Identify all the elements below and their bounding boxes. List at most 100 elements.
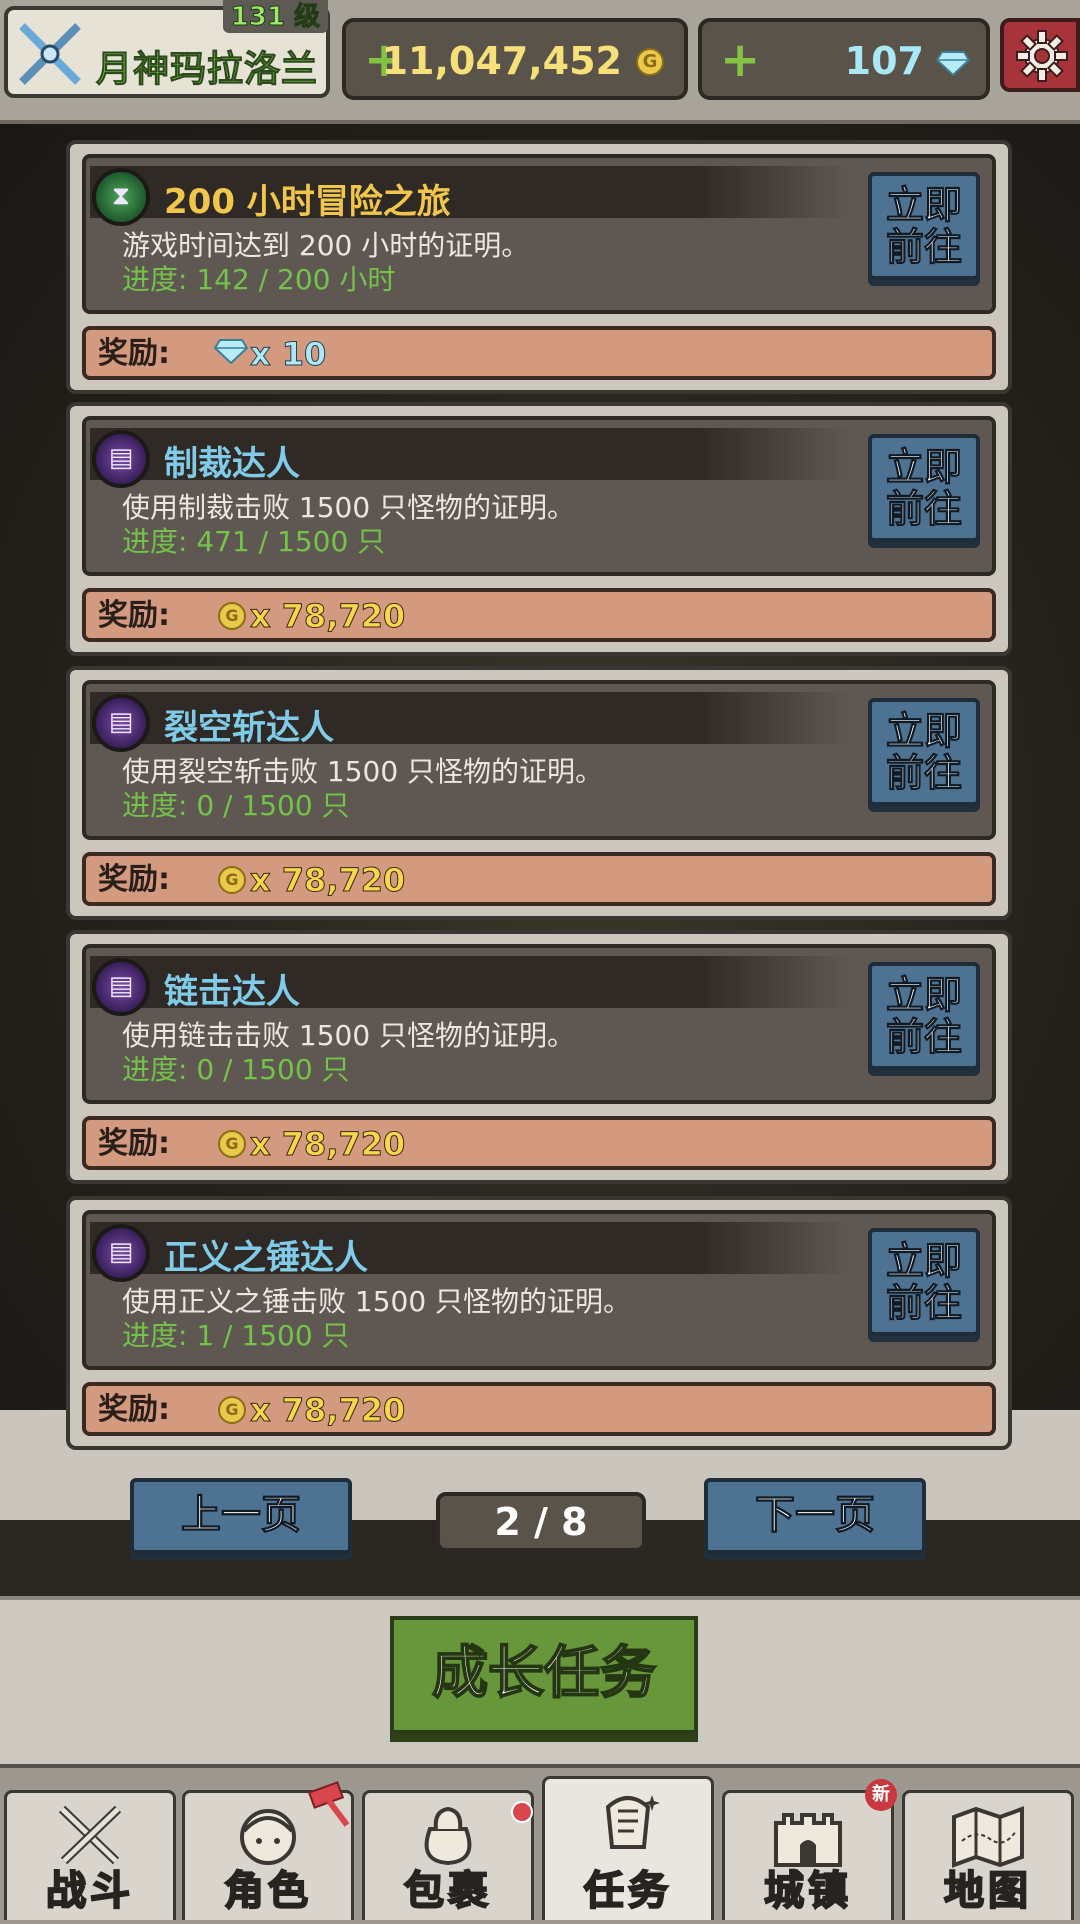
quest-reward: 奖励: G x 78,720 (82, 852, 996, 906)
go-now-label-line1: 立即 (885, 973, 962, 1017)
gold-amount: 11,047,452 (381, 39, 622, 83)
go-now-button[interactable]: 立即 前往 (868, 434, 980, 542)
reward-label: 奖励: (98, 1126, 170, 1161)
hammer-notice-icon (307, 1781, 350, 1827)
player-name: 月神玛拉洛兰 (95, 49, 319, 91)
quest-card: ▤ 链击达人 使用链击击败 1500 只怪物的证明。 进度: 0 / 1500 … (66, 930, 1012, 1184)
quest-card: ▤ 裂空斩达人 使用裂空斩击败 1500 只怪物的证明。 进度: 0 / 150… (66, 666, 1012, 920)
top-status-bar: 月神玛拉洛兰 131 级 + 11,047,452 G + 107 (0, 0, 1080, 124)
reward-amount: x 10 (249, 335, 327, 374)
quest-description: 游戏时间达到 200 小时的证明。 (122, 229, 530, 262)
go-now-label-line2: 前往 (885, 751, 962, 795)
quest-title-bar: ▤ 制裁达人 (90, 428, 850, 488)
quest-progress: 进度: 142 / 200 小时 (122, 263, 396, 296)
reward-label: 奖励: (98, 1392, 170, 1427)
quest-title-bar: ⧗ 200 小时冒险之旅 (90, 166, 850, 226)
go-now-label-line2: 前往 (885, 225, 962, 269)
nav-tab-quest[interactable]: 任务 (542, 1776, 714, 1920)
nav-label: 地图 (943, 1867, 1032, 1915)
go-now-label-line1: 立即 (885, 183, 962, 227)
go-now-label-line1: 立即 (885, 1239, 962, 1283)
settings-button[interactable] (1000, 18, 1080, 92)
gold-coin-icon: G (218, 1130, 246, 1158)
quest-card: ▤ 制裁达人 使用制裁击败 1500 只怪物的证明。 进度: 471 / 150… (66, 402, 1012, 656)
quest-title: 裂空斩达人 (164, 708, 334, 748)
quest-title-bar: ▤ 裂空斩达人 (90, 692, 850, 752)
go-now-label-line2: 前往 (885, 487, 962, 531)
reward-amount: x 78,720 (249, 861, 406, 900)
player-level-badge: 131 级 (222, 0, 328, 33)
new-badge: 新 (865, 1779, 897, 1811)
nav-label: 包裹 (403, 1867, 492, 1915)
quest-body: ▤ 裂空斩达人 使用裂空斩击败 1500 只怪物的证明。 进度: 0 / 150… (82, 680, 996, 840)
quest-reward: 奖励: x 10 (82, 326, 996, 380)
nav-tab-battle[interactable]: 战斗 (4, 1790, 176, 1920)
skill-book-icon: ▤ (92, 1224, 150, 1282)
quest-title: 200 小时冒险之旅 (164, 182, 451, 222)
reward-amount: x 78,720 (249, 1391, 406, 1430)
reward-amount: x 78,720 (249, 597, 406, 636)
quest-progress: 进度: 1 / 1500 只 (122, 1319, 350, 1352)
quest-reward: 奖励: G x 78,720 (82, 1382, 996, 1436)
quest-title-bar: ▤ 链击达人 (90, 956, 850, 1016)
nav-label: 角色 (223, 1867, 312, 1915)
reward-label: 奖励: (98, 598, 170, 633)
gold-coin-icon: G (218, 866, 246, 894)
quest-card: ⧗ 200 小时冒险之旅 游戏时间达到 200 小时的证明。 进度: 142 /… (66, 140, 1012, 394)
gold-coin-icon: G (218, 602, 246, 630)
reward-amount: x 78,720 (249, 1125, 406, 1164)
crossed-swords-emblem-icon (19, 23, 81, 85)
notification-dot (511, 1801, 533, 1823)
player-profile[interactable]: 月神玛拉洛兰 131 级 (4, 0, 330, 98)
quest-description: 使用制裁击败 1500 只怪物的证明。 (122, 491, 576, 524)
quest-description: 使用链击击败 1500 只怪物的证明。 (122, 1019, 576, 1052)
quest-description: 使用裂空斩击败 1500 只怪物的证明。 (122, 755, 604, 788)
quest-title: 链击达人 (164, 972, 300, 1012)
next-page-button[interactable]: 下一页 (704, 1478, 926, 1554)
gold-coin-icon: G (218, 1396, 246, 1424)
quest-reward: 奖励: G x 78,720 (82, 1116, 996, 1170)
go-now-label-line1: 立即 (885, 445, 962, 489)
go-now-button[interactable]: 立即 前往 (868, 1228, 980, 1336)
quest-title: 正义之锤达人 (164, 1238, 368, 1278)
quest-card: ▤ 正义之锤达人 使用正义之锤击败 1500 只怪物的证明。 进度: 1 / 1… (66, 1196, 1012, 1450)
nav-tab-map[interactable]: 地图 (902, 1790, 1074, 1920)
skill-book-icon: ▤ (92, 958, 150, 1016)
quest-body: ▤ 制裁达人 使用制裁击败 1500 只怪物的证明。 进度: 471 / 150… (82, 416, 996, 576)
nav-tab-bag[interactable]: 包裹 (362, 1790, 534, 1920)
go-now-label-line2: 前往 (885, 1281, 962, 1325)
nav-tab-character[interactable]: 角色 (182, 1781, 354, 1920)
growth-quest-tab-button[interactable]: 成长任务 (390, 1616, 698, 1734)
gem-icon (214, 339, 248, 364)
reward-label: 奖励: (98, 862, 170, 897)
quest-description: 使用正义之锤击败 1500 只怪物的证明。 (122, 1285, 632, 1318)
quest-icon (605, 1795, 660, 1849)
quest-progress: 进度: 0 / 1500 只 (122, 1053, 350, 1086)
gold-coin-icon: G (636, 48, 664, 76)
quest-body: ▤ 链击达人 使用链击击败 1500 只怪物的证明。 进度: 0 / 1500 … (82, 944, 996, 1104)
go-now-button[interactable]: 立即 前往 (868, 172, 980, 280)
go-now-button[interactable]: 立即 前往 (868, 962, 980, 1070)
nav-label: 任务 (583, 1867, 672, 1915)
nav-label: 战斗 (45, 1867, 134, 1915)
nav-label: 城镇 (763, 1867, 852, 1915)
gem-amount: 107 (844, 39, 924, 83)
quest-body: ▤ 正义之锤达人 使用正义之锤击败 1500 只怪物的证明。 进度: 1 / 1… (82, 1210, 996, 1370)
page-indicator: 2 / 8 (436, 1492, 646, 1552)
quest-progress: 进度: 0 / 1500 只 (122, 789, 350, 822)
quest-reward: 奖励: G x 78,720 (82, 588, 996, 642)
quest-title-bar: ▤ 正义之锤达人 (90, 1222, 850, 1282)
go-now-label-line2: 前往 (885, 1015, 962, 1059)
prev-page-button[interactable]: 上一页 (130, 1478, 352, 1554)
go-now-button[interactable]: 立即 前往 (868, 698, 980, 806)
gem-icon (936, 51, 970, 76)
skill-book-icon: ▤ (92, 694, 150, 752)
gold-currency-panel[interactable]: + 11,047,452 G (342, 18, 688, 100)
gem-currency-panel[interactable]: + 107 (698, 18, 990, 100)
nav-tab-town[interactable]: 新 城镇 (722, 1779, 897, 1920)
quest-body: ⧗ 200 小时冒险之旅 游戏时间达到 200 小时的证明。 进度: 142 /… (82, 154, 996, 314)
add-gems-icon[interactable]: + (720, 30, 760, 90)
gear-icon (1016, 30, 1068, 82)
skill-book-icon: ▤ (92, 430, 150, 488)
quest-progress: 进度: 471 / 1500 只 (122, 525, 386, 558)
